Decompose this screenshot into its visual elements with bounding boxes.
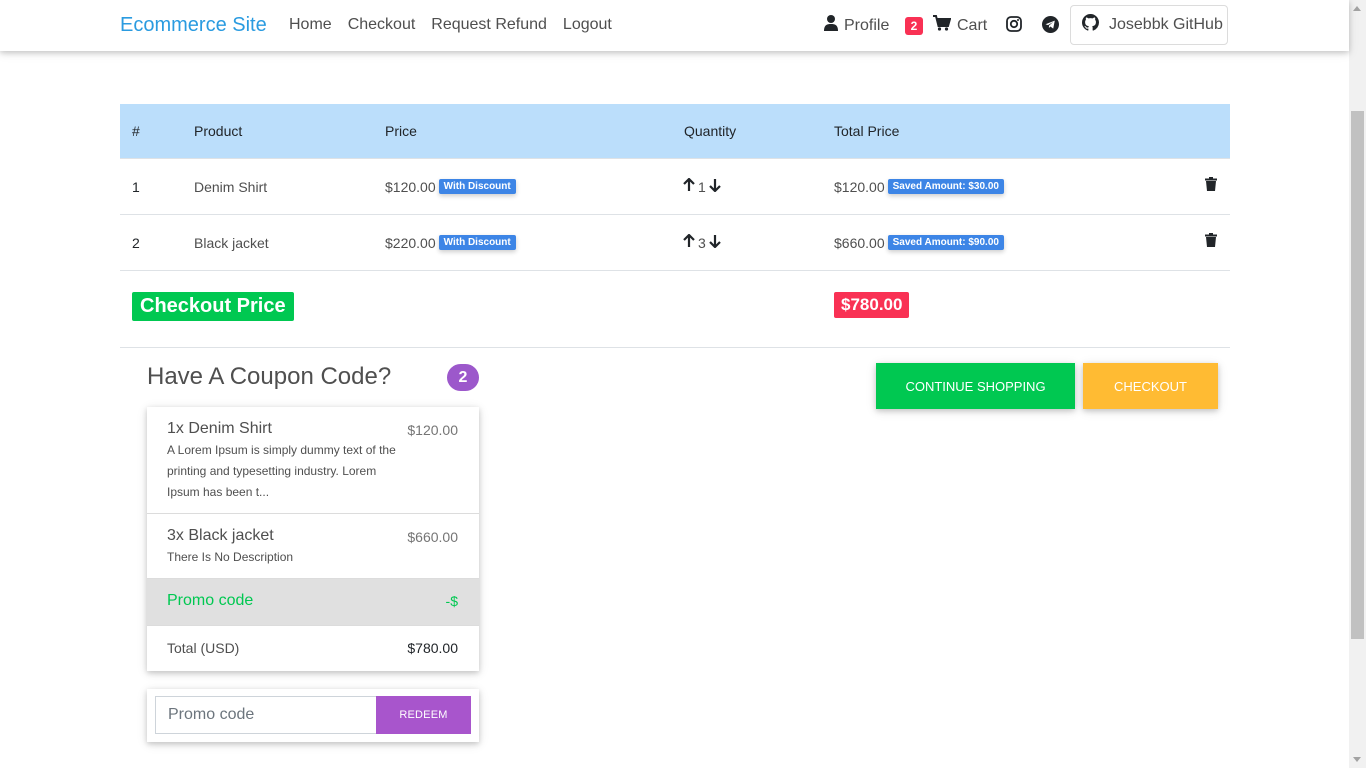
arrow-down-icon[interactable] [709, 178, 721, 195]
total-label: Total (USD) [167, 640, 240, 656]
redeem-button[interactable]: REDEEM [376, 696, 471, 734]
total-row: Total (USD) $780.00 [147, 626, 479, 671]
cart-label: Cart [957, 16, 988, 34]
instagram-icon[interactable] [1006, 16, 1022, 37]
nav-request-refund-link[interactable]: Request Refund [431, 16, 547, 34]
quantity-value: 1 [698, 178, 706, 195]
brand-link[interactable]: Ecommerce Site [120, 14, 267, 37]
redeem-form: REDEEM [147, 689, 479, 742]
nav-profile-link[interactable]: Profile [824, 15, 889, 36]
arrow-up-icon[interactable] [683, 233, 695, 251]
cart-table: # Product Price Quantity Total Price 1 D… [120, 104, 1230, 348]
row-product: Black jacket [194, 234, 269, 251]
saved-amount-badge: Saved Amount: $90.00 [887, 235, 1004, 250]
row-index: 1 [132, 178, 140, 195]
nav-logout-link[interactable]: Logout [563, 16, 612, 34]
table-row: 1 Denim Shirt $120.00 With Discount 1 $1… [120, 159, 1230, 215]
table-header: # Product Price Quantity Total Price [120, 104, 1230, 159]
cart-icon [933, 15, 952, 36]
github-icon [1082, 14, 1099, 36]
promo-code-value: -$ [445, 593, 458, 609]
header-index: # [132, 123, 140, 139]
table-row: 2 Black jacket $220.00 With Discount 3 $… [120, 215, 1230, 271]
row-total: $120.00 [834, 178, 885, 195]
scroll-thumb[interactable] [1351, 111, 1364, 639]
row-total-cell: $660.00 Saved Amount: $90.00 [834, 215, 1004, 270]
cart-count-badge: 2 [905, 17, 923, 35]
quantity-stepper: 3 [683, 215, 721, 270]
row-price-cell: $120.00 With Discount [385, 159, 516, 214]
nav-home-link[interactable]: Home [289, 16, 332, 34]
nav-links: Home Checkout Request Refund Logout [289, 16, 628, 34]
quantity-value: 3 [698, 234, 706, 251]
list-item: 3x Black jacket $660.00 There Is No Desc… [147, 514, 479, 579]
discount-badge: With Discount [438, 179, 516, 194]
summary-item-description: A Lorem Ipsum is simply dummy text of th… [167, 443, 396, 499]
row-price-cell: $220.00 With Discount [385, 215, 516, 270]
promo-code-label: Promo code [167, 592, 254, 609]
summary-item-description: There Is No Description [167, 550, 294, 564]
navbar: Ecommerce Site Home Checkout Request Ref… [0, 0, 1349, 51]
summary-item-price: $660.00 [407, 529, 458, 545]
saved-amount-badge: Saved Amount: $30.00 [887, 179, 1004, 194]
order-summary: 1x Denim Shirt $120.00 A Lorem Ipsum is … [147, 407, 479, 671]
scroll-down-arrow-icon[interactable] [1353, 757, 1361, 762]
summary-item-price: $120.00 [407, 422, 458, 438]
promo-code-row: Promo code -$ [147, 579, 479, 626]
github-label: Josebbk GitHub [1109, 16, 1223, 33]
promo-code-input[interactable] [155, 696, 376, 734]
profile-label: Profile [844, 16, 890, 34]
trash-icon[interactable] [1205, 177, 1217, 196]
arrow-up-icon[interactable] [683, 177, 695, 195]
row-total-cell: $120.00 Saved Amount: $30.00 [834, 159, 1004, 214]
trash-icon[interactable] [1205, 233, 1217, 252]
telegram-icon[interactable] [1042, 16, 1059, 38]
header-product: Product [194, 123, 243, 139]
arrow-down-icon[interactable] [709, 234, 721, 251]
row-product: Denim Shirt [194, 178, 268, 195]
row-price: $220.00 [385, 234, 436, 251]
coupon-count-badge: 2 [447, 364, 479, 391]
checkout-price-row: Checkout Price $780.00 [120, 271, 1230, 348]
coupon-title: Have A Coupon Code? [147, 363, 392, 390]
row-price: $120.00 [385, 178, 436, 195]
checkout-button[interactable]: CHECKOUT [1083, 363, 1218, 409]
checkout-price-label: Checkout Price [132, 292, 294, 321]
list-item: 1x Denim Shirt $120.00 A Lorem Ipsum is … [147, 407, 479, 514]
discount-badge: With Discount [438, 235, 516, 250]
row-index: 2 [132, 234, 140, 251]
nav-cart-link[interactable]: Cart [933, 15, 987, 36]
quantity-stepper: 1 [683, 159, 721, 214]
header-quantity: Quantity [684, 123, 737, 139]
nav-checkout-link[interactable]: Checkout [348, 16, 416, 34]
scroll-up-arrow-icon[interactable] [1353, 6, 1361, 11]
row-total: $660.00 [834, 234, 885, 251]
header-price: Price [385, 123, 417, 139]
header-total-price: Total Price [834, 123, 900, 139]
checkout-price-value: $780.00 [834, 292, 910, 318]
user-icon [824, 15, 838, 36]
continue-shopping-button[interactable]: CONTINUE SHOPPING [876, 363, 1075, 409]
page-scrollbar[interactable] [1349, 0, 1366, 768]
total-value: $780.00 [407, 640, 458, 656]
github-button[interactable]: Josebbk GitHub [1070, 5, 1228, 45]
